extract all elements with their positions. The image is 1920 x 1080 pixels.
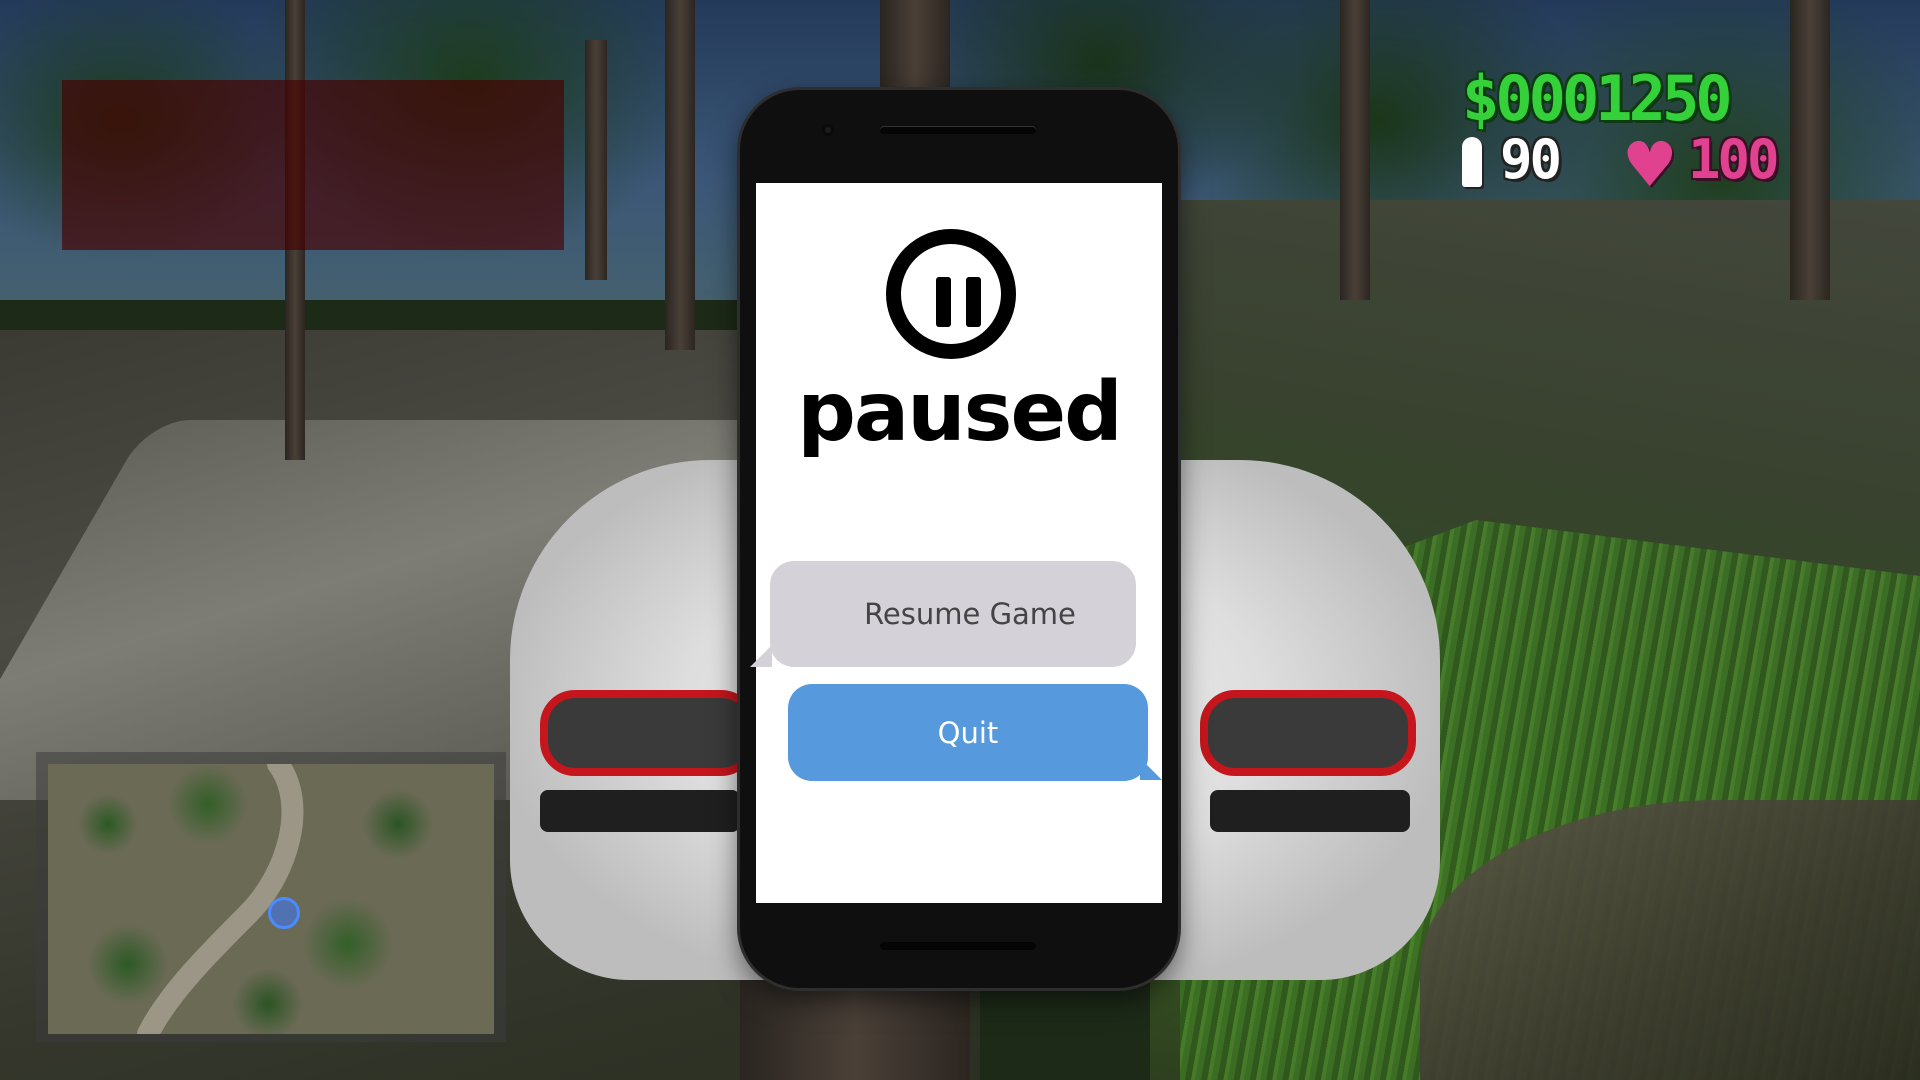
tree-trunk bbox=[1340, 0, 1370, 300]
right-rear-vent bbox=[1210, 790, 1410, 832]
resume-game-button[interactable]: Resume Game bbox=[770, 561, 1136, 667]
tree-trunk bbox=[740, 980, 970, 1080]
money-counter: $0001250 bbox=[1462, 62, 1733, 135]
resume-bubble-tail bbox=[750, 645, 772, 667]
ammo-counter: 90 bbox=[1500, 128, 1562, 191]
phone-bottom-speaker bbox=[880, 942, 1036, 950]
right-taillight bbox=[1200, 690, 1416, 776]
tree-trunk bbox=[1790, 0, 1830, 300]
minimap-terrain bbox=[48, 764, 494, 1034]
quit-bubble-tail bbox=[1140, 758, 1162, 780]
pause-icon bbox=[886, 229, 1016, 359]
phone-speaker bbox=[880, 126, 1036, 134]
pause-bar-right bbox=[966, 277, 981, 327]
player-marker-icon bbox=[268, 897, 300, 929]
phone-screen: paused Resume Game Quit bbox=[750, 183, 1162, 903]
minimap bbox=[36, 752, 506, 1042]
left-taillight bbox=[540, 690, 756, 776]
heart-icon: ♥ bbox=[1622, 128, 1678, 201]
quit-button[interactable]: Quit bbox=[788, 684, 1148, 781]
notification-panel bbox=[62, 80, 564, 250]
health-counter: 100 bbox=[1688, 128, 1780, 191]
paused-title: paused bbox=[797, 365, 1123, 460]
phone-pause-menu: paused Resume Game Quit bbox=[740, 90, 1178, 988]
phone-camera bbox=[822, 124, 834, 136]
bullet-icon bbox=[1462, 137, 1482, 187]
minimap-road bbox=[137, 764, 304, 1034]
left-rear-vent bbox=[540, 790, 740, 832]
pause-bar-left bbox=[936, 277, 951, 327]
tree-trunk bbox=[585, 40, 607, 280]
tree-trunk bbox=[665, 0, 695, 350]
